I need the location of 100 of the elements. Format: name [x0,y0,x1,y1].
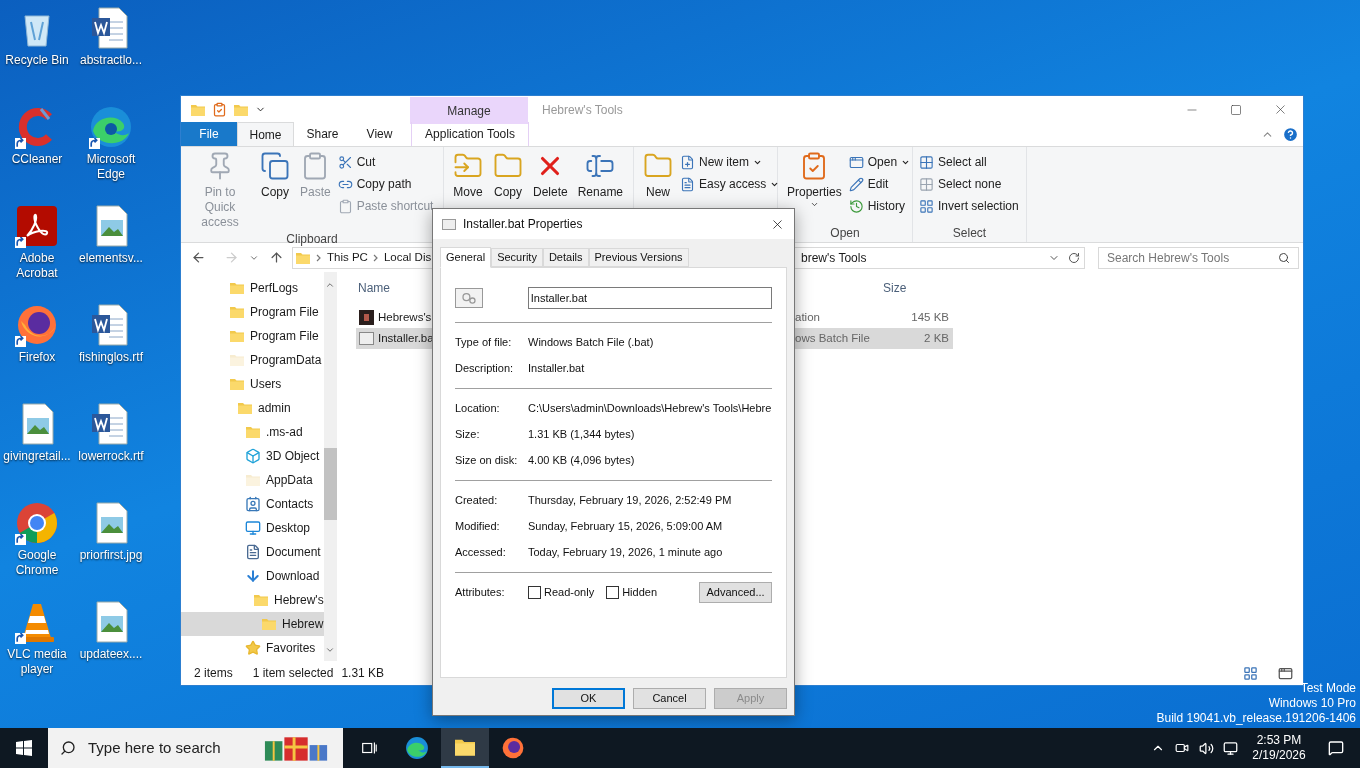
ribbon-button[interactable]: History [848,195,911,217]
nav-item[interactable]: Desktop [181,516,324,540]
dialog-tab[interactable]: Security [491,248,543,267]
desktop-shortcut[interactable]: elementsv... [74,204,148,303]
ribbon-button[interactable]: Copy path [337,173,434,195]
up-icon[interactable] [269,250,284,265]
nav-item[interactable]: Document [181,540,324,564]
dialog-button[interactable]: OK [552,688,625,709]
desktop-shortcut[interactable]: Recycle Bin [0,6,74,105]
attribute-checkbox[interactable]: Hidden [606,583,657,601]
ribbon-button[interactable]: Delete [530,151,571,200]
maximize-icon[interactable] [1230,103,1242,116]
ribbon-tab[interactable]: Share [294,122,351,146]
network-icon[interactable] [1223,740,1238,756]
search-field[interactable]: Search Hebrew's Tools [1098,246,1299,269]
desktop-shortcut[interactable]: Firefox [0,303,74,402]
folder-icon [245,473,261,487]
ribbon-button[interactable]: Copy [257,151,293,200]
nav-item[interactable]: Favorites [181,636,324,660]
taskbar-app[interactable] [441,728,489,768]
nav-item[interactable]: Contacts [181,492,324,516]
address-segment[interactable]: This PC [327,248,368,267]
folder-icon [261,617,277,631]
ribbon-button[interactable]: Edit [848,173,911,195]
dialog-tab[interactable]: General [440,247,492,268]
volume-icon[interactable] [1199,740,1214,756]
dialog-tab[interactable]: Previous Versions [588,248,689,267]
desktop-shortcut[interactable]: givingretail... [0,402,74,501]
ribbon-button[interactable]: Cut [337,151,434,173]
nav-item[interactable]: Download [181,564,324,588]
ribbon-button[interactable]: Select none [919,173,1019,195]
desktop-shortcut[interactable]: abstractlo... [74,6,148,105]
search-icon [60,740,76,756]
desktop-shortcut[interactable]: fishinglos.rtf [74,303,148,402]
dialog-button[interactable]: Cancel [633,688,706,709]
folder-icon [229,329,245,343]
nav-item[interactable]: AppData [181,468,324,492]
ribbon-tab[interactable]: View [351,122,408,146]
ribbon-button[interactable]: Invert selection [919,195,1019,217]
properties-icon[interactable] [212,102,227,117]
file-name: Hebrews's [378,309,432,325]
scroll-up-icon[interactable] [325,280,336,290]
nav-item[interactable]: ProgramData [181,348,324,372]
back-icon[interactable] [191,250,206,265]
file-name-field[interactable]: Installer.bat [527,287,772,309]
checkbox[interactable] [606,585,620,599]
nav-item[interactable]: .ms-ad [181,420,324,444]
file-type: ation [794,309,821,325]
taskbar-search-field[interactable]: Type here to search [48,728,343,768]
ribbon-button[interactable]: Copy [490,151,526,200]
column-header[interactable]: Name [356,279,433,297]
column-header[interactable]: Size [881,279,953,297]
ribbon-button[interactable]: Move [450,151,486,200]
camera-icon[interactable] [1175,741,1189,755]
ribbon-button[interactable]: New [640,151,676,200]
desktop-shortcut[interactable]: Adobe Acrobat [0,204,74,303]
advanced-button[interactable]: Advanced... [699,581,772,603]
desktop-shortcut[interactable]: priorfirst.jpg [74,501,148,600]
desktop-shortcut[interactable]: updateex.... [74,600,148,699]
ribbon-button[interactable]: Select all [919,151,1019,173]
notifications-icon[interactable] [1328,740,1344,756]
ribbon-button[interactable]: Properties [784,151,845,209]
ribbon-tab[interactable]: Application Tools [411,122,529,146]
attribute-checkbox[interactable]: Read-only [528,583,595,601]
ribbon-button[interactable]: Easy access [680,173,780,195]
nav-item[interactable]: Program File [181,324,324,348]
nav-item[interactable]: Hebrew's [181,588,324,612]
checkbox[interactable] [528,585,541,599]
tiles-view-icon[interactable] [1278,665,1293,681]
clock[interactable]: 2:53 PM 2/19/2026 [1246,733,1312,763]
ribbon-button[interactable]: Rename [574,151,627,200]
address-segment[interactable]: brew's Tools [801,248,1048,267]
desktop-shortcut[interactable]: lowerrock.rtf [74,402,148,501]
dialog-tab[interactable]: Details [542,248,589,267]
ribbon-tab[interactable]: Home [237,122,294,146]
scroll-down-icon[interactable] [325,645,336,655]
nav-item[interactable]: 3D Object [181,444,324,468]
property-label: Location: [455,400,501,416]
document-icon [245,544,261,560]
details-view-icon[interactable] [1243,665,1258,681]
nav-item[interactable]: PerfLogs [181,276,324,300]
nav-item[interactable]: Users [181,372,324,396]
nav-item[interactable]: Program File [181,300,324,324]
scrollbar[interactable] [323,272,337,661]
scroll-thumb[interactable] [323,448,337,520]
desktop-shortcut[interactable]: Microsoft Edge [74,105,148,204]
nav-item[interactable]: Hebrew [181,612,324,636]
refresh-icon[interactable] [1068,251,1080,264]
close-icon[interactable] [1273,102,1288,117]
nav-item[interactable]: admin [181,396,324,420]
file-row[interactable]: Hebrews's ation 145 KB [356,307,953,328]
help-icon[interactable] [1282,126,1299,143]
desktop-shortcut[interactable]: Google Chrome [0,501,74,600]
property-label: Size: [455,426,481,442]
desktop-shortcut[interactable]: VLC media player [0,600,74,699]
ribbon-button[interactable]: New item [680,151,780,173]
desktop-shortcut[interactable]: CCleaner [0,105,74,204]
ribbon-button[interactable]: Open [848,151,911,173]
address-segment[interactable]: Local Dis [383,248,432,267]
ribbon-tab[interactable]: File [181,122,237,146]
